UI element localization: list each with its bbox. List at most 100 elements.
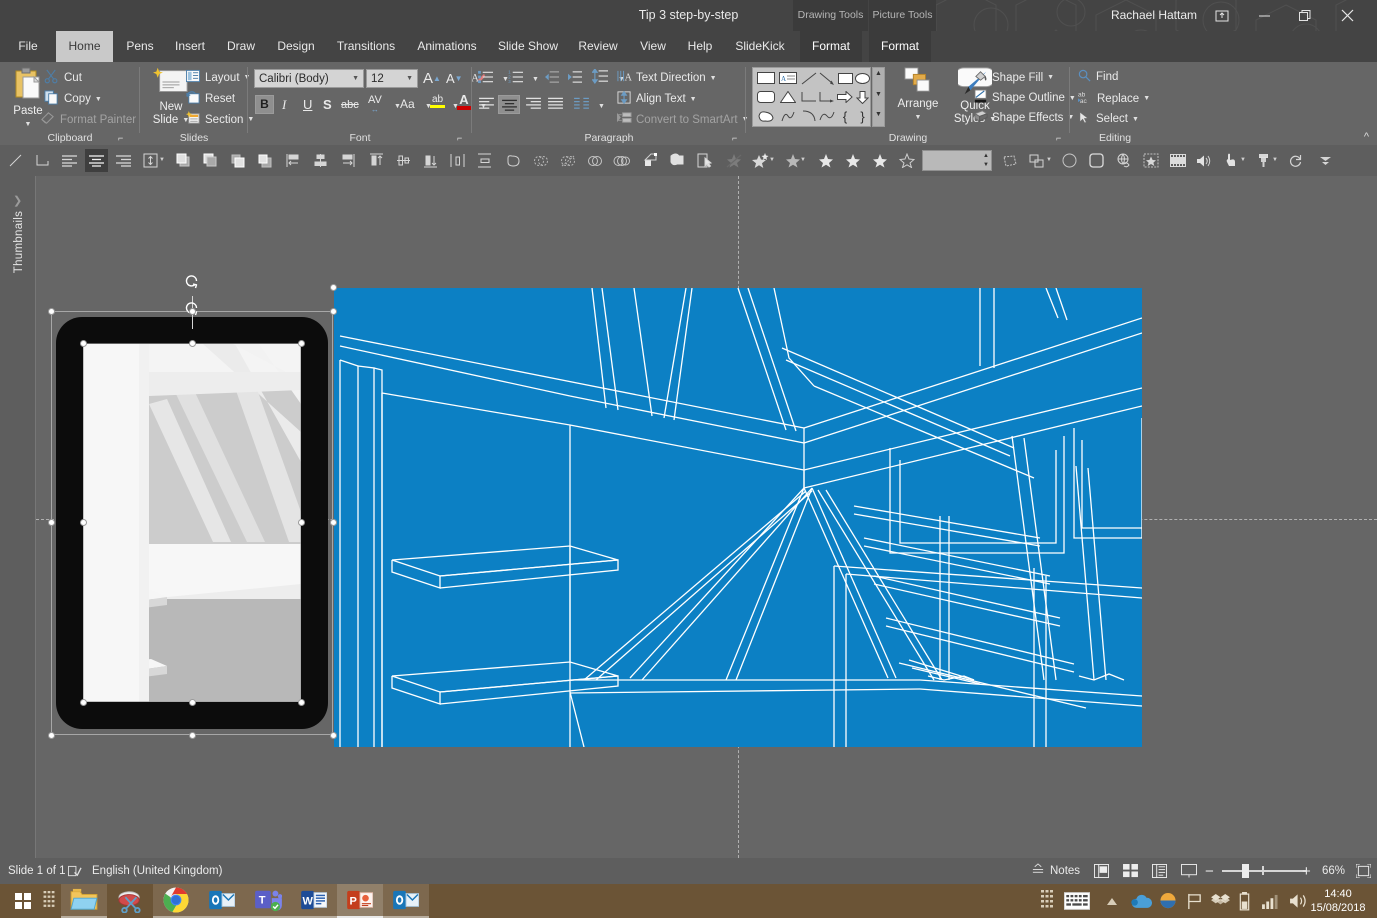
- account-user-name[interactable]: Rachael Hattam: [1111, 0, 1197, 31]
- clipboard-dialog-launcher[interactable]: ⌐: [118, 133, 123, 143]
- shape-elbow-connector-icon[interactable]: [800, 89, 818, 105]
- shape-right-brace-icon[interactable]: }: [854, 108, 871, 124]
- gallery-scroll-down-icon[interactable]: ▼: [873, 91, 884, 98]
- animation-entrance-caret-icon[interactable]: ▼: [769, 157, 775, 163]
- character-spacing-button[interactable]: AV ↔: [368, 95, 382, 115]
- numbering-button[interactable]: 123: [508, 70, 524, 84]
- tab-picture-tools-format[interactable]: Format: [869, 31, 931, 62]
- animation-exit-icon[interactable]: [895, 149, 918, 172]
- align-left-button[interactable]: [478, 97, 495, 110]
- animation-star3-icon[interactable]: [868, 149, 891, 172]
- selection-handle-inner-bl[interactable]: [80, 699, 87, 706]
- decrease-font-size-button[interactable]: A ▼: [446, 71, 463, 86]
- numbering-caret-icon[interactable]: ▼: [532, 76, 539, 83]
- tray-overflow-grid-icon[interactable]: [1041, 884, 1053, 918]
- italic-button[interactable]: I: [282, 97, 286, 113]
- align-right-text-icon[interactable]: [112, 149, 135, 172]
- taskbar-clock[interactable]: 14:40 15/08/2018: [1305, 884, 1371, 918]
- text-direction-caret-icon[interactable]: ▼: [710, 75, 717, 82]
- columns-caret-icon[interactable]: ▼: [598, 103, 605, 110]
- snipping-tool-icon[interactable]: [107, 884, 153, 918]
- underline-button[interactable]: U: [303, 97, 312, 112]
- copy-button[interactable]: Copy ▼: [44, 90, 102, 108]
- show-hidden-icons-icon[interactable]: [1106, 884, 1118, 918]
- selection-handle-outer-tr[interactable]: [330, 308, 337, 315]
- file-explorer-icon[interactable]: [61, 884, 107, 918]
- tab-slidekick[interactable]: SlideKick: [725, 31, 795, 62]
- cut-button[interactable]: Cut: [44, 69, 82, 87]
- find-button[interactable]: Find: [1078, 69, 1118, 85]
- selection-handle-outer-bm[interactable]: [189, 732, 196, 739]
- layout-button[interactable]: Layout ▼: [186, 69, 250, 86]
- line-icon[interactable]: [4, 149, 27, 172]
- align-top-icon[interactable]: [365, 149, 388, 172]
- selection-pane-icon[interactable]: [693, 149, 716, 172]
- convert-to-smartart-button[interactable]: Convert to SmartArt ▼: [617, 111, 749, 128]
- send-backward-icon[interactable]: [253, 149, 276, 172]
- shape-triangle-icon[interactable]: [777, 89, 799, 105]
- tab-draw[interactable]: Draw: [219, 31, 263, 62]
- tab-file[interactable]: File: [10, 31, 46, 62]
- shape-rounded-rect-icon[interactable]: [755, 89, 777, 105]
- audio-icon[interactable]: [1193, 149, 1216, 172]
- tab-insert[interactable]: Insert: [165, 31, 215, 62]
- selection-handle-picture-ml[interactable]: [330, 519, 337, 526]
- font-size-caret-icon[interactable]: ▼: [406, 75, 413, 82]
- shape-left-brace-icon[interactable]: {: [836, 108, 854, 124]
- shape-down-arrow-icon[interactable]: [854, 89, 871, 105]
- restore-icon[interactable]: [1285, 0, 1325, 31]
- outlook-icon[interactable]: [199, 884, 245, 918]
- shape-elbow-arrow-icon[interactable]: [818, 89, 836, 105]
- align-left-text-icon[interactable]: [58, 149, 81, 172]
- selection-handle-outer-ml[interactable]: [48, 519, 55, 526]
- bring-forward-icon[interactable]: [226, 149, 249, 172]
- arrange-button[interactable]: Arrange ▼: [892, 66, 944, 124]
- shape-line-icon[interactable]: [800, 70, 818, 86]
- animation-star2-icon[interactable]: [841, 149, 864, 172]
- selection-handle-picture-tl[interactable]: [330, 284, 337, 291]
- font-size-input[interactable]: 12 ▼: [366, 69, 418, 88]
- flag-icon[interactable]: [1186, 884, 1203, 918]
- text-shadow-button[interactable]: S: [323, 97, 332, 112]
- tab-slide-show[interactable]: Slide Show: [490, 31, 566, 62]
- gallery-more-icon[interactable]: ▼: [873, 111, 884, 118]
- drawing-dialog-launcher[interactable]: ⌐: [1056, 133, 1061, 143]
- animation-duration-input[interactable]: ▲ ▼: [922, 150, 992, 171]
- language-indicator[interactable]: English (United Kingdom): [92, 858, 222, 884]
- merge-shapes-fragment-icon[interactable]: [556, 149, 579, 172]
- rotation-handle-outer[interactable]: [184, 273, 200, 289]
- animation-emphasis-caret-icon[interactable]: ▼: [800, 157, 806, 163]
- powerpoint-icon[interactable]: P: [337, 884, 383, 918]
- microsoft-word-icon[interactable]: W: [291, 884, 337, 918]
- outlook-2-icon[interactable]: [383, 884, 429, 918]
- rounded-rectangle-icon[interactable]: [1085, 149, 1108, 172]
- animation-none-icon[interactable]: [722, 149, 745, 172]
- align-center-text-icon[interactable]: [85, 149, 108, 172]
- network-icon[interactable]: [1262, 884, 1279, 918]
- align-left-icon[interactable]: [282, 149, 305, 172]
- font-name-caret-icon[interactable]: ▼: [352, 75, 359, 82]
- selection-handle-inner-tr[interactable]: [298, 340, 305, 347]
- copy-caret-icon[interactable]: ▼: [95, 96, 102, 103]
- selection-handle-inner-mr[interactable]: [298, 519, 305, 526]
- notes-button[interactable]: Notes: [1031, 858, 1080, 884]
- battery-icon[interactable]: [1238, 884, 1251, 918]
- collapse-ribbon-icon[interactable]: ^: [1364, 131, 1369, 143]
- merge-shapes-union-icon[interactable]: [502, 149, 525, 172]
- reading-view-icon[interactable]: [1152, 858, 1167, 884]
- increase-font-size-button[interactable]: A ▲: [423, 70, 441, 87]
- merge-icon[interactable]: [1025, 149, 1048, 172]
- shape-arc-icon[interactable]: [800, 108, 818, 124]
- shape-right-arrow-icon[interactable]: [836, 89, 854, 105]
- merge-caret-icon[interactable]: ▼: [1046, 157, 1052, 163]
- fit-slide-icon[interactable]: [1356, 858, 1371, 884]
- touch-keyboard-icon[interactable]: [1064, 884, 1090, 918]
- slide-show-icon[interactable]: [1181, 858, 1197, 884]
- increase-indent-button[interactable]: [567, 70, 583, 84]
- merge-shapes-subtract-icon[interactable]: [610, 149, 633, 172]
- tab-help[interactable]: Help: [679, 31, 721, 62]
- replace-button[interactable]: ab ac Replace ▼: [1078, 90, 1150, 107]
- zoom-in-button[interactable]: +: [1302, 858, 1311, 884]
- tab-transitions[interactable]: Transitions: [328, 31, 404, 62]
- arrange-caret-icon[interactable]: ▼: [915, 111, 922, 124]
